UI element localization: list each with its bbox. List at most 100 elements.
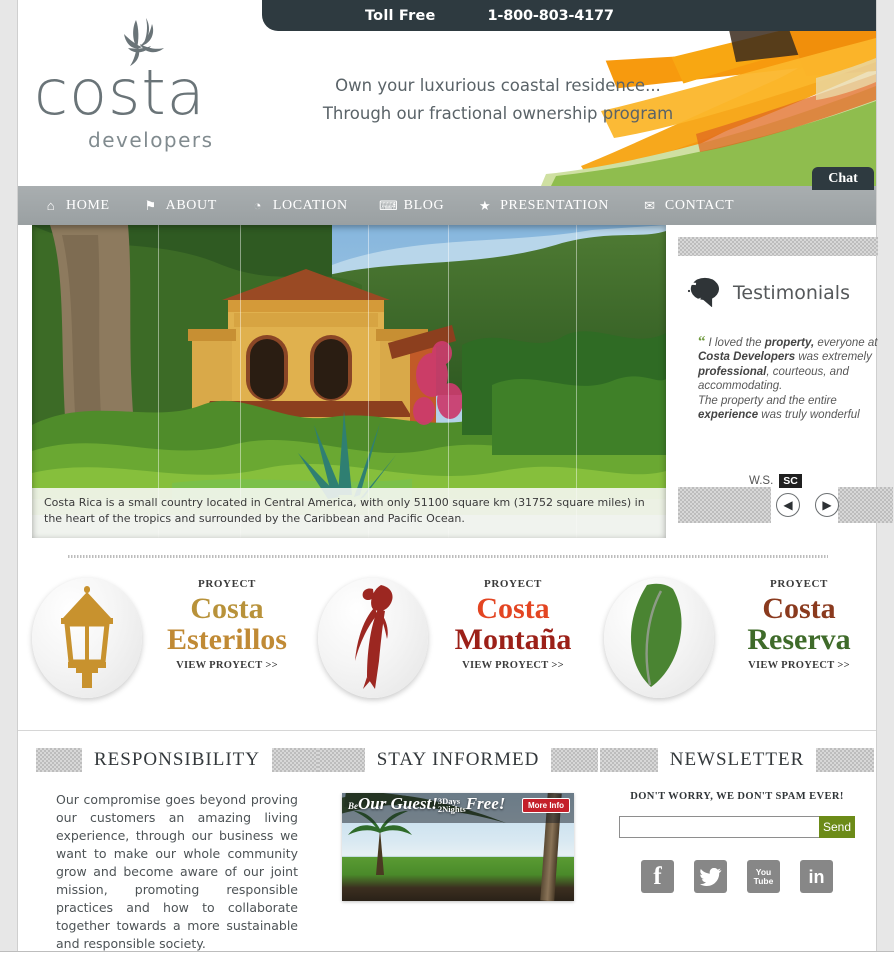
site-logo[interactable]: costa developers [34, 18, 284, 168]
projects-row: PROYECT Costa Esterillos VIEW PROYECT >> PR… [18, 570, 876, 730]
section-divider [68, 555, 828, 559]
stay-informed-column: STAY INFORMED BeOur Guest!3Days 2NightsF… [318, 731, 598, 954]
testimonials-header: Testimonials [680, 275, 850, 311]
newsletter-title: NEWSLETTER [669, 749, 805, 770]
quote-mark: “ [698, 334, 706, 350]
testimonial-next-button[interactable]: ▶ [815, 493, 839, 517]
quote-run: property, [764, 337, 815, 349]
facebook-icon[interactable]: f [641, 860, 674, 893]
project-text: PROYECT Costa Reserva VIEW PROYECT >> [724, 578, 874, 671]
project-card[interactable]: PROYECT Costa Esterillos VIEW PROYECT >> [18, 570, 304, 730]
nav-item-about[interactable]: ⚑ ABOUT [144, 198, 217, 214]
testimonials-sidebar: Testimonials “I loved the property, ever… [678, 225, 893, 538]
quote-run: experience [698, 409, 759, 422]
bookmark-icon: ⚑ [144, 198, 157, 213]
stay-informed-header: STAY INFORMED [318, 743, 598, 777]
envelope-icon: ✉ [644, 198, 656, 213]
hero-caption: Costa Rica is a small country located in… [32, 488, 666, 538]
project-kicker: PROYECT [484, 578, 542, 590]
testimonial-author: W.S. SC [749, 474, 802, 488]
home-icon: ⌂ [46, 198, 56, 213]
nav-item-label: LOCATION [272, 197, 348, 213]
sidebar-placeholder-top [678, 237, 878, 256]
promo-banner[interactable]: BeOur Guest!3Days 2NightsFree! More Info [342, 793, 574, 901]
newsletter-form: Send [598, 816, 876, 838]
leaf-icon [617, 581, 701, 695]
header-tagline: Own your luxurious coastal residence... … [318, 72, 678, 128]
quote-run: professional [698, 365, 767, 378]
linkedin-icon[interactable]: in [800, 860, 833, 893]
nav-item-label: PRESENTATION [500, 197, 609, 213]
responsibility-text: Our compromise goes beyond proving our c… [56, 792, 298, 951]
testimonial-quote: “I loved the property, everyone at Costa… [698, 335, 878, 422]
testimonial-author-name: W.S. [749, 475, 774, 487]
project-name-line2: Montaña [454, 623, 572, 656]
quote-run: everyone at [814, 337, 878, 349]
project-name-line1: Costa [476, 592, 550, 625]
project-kicker: PROYECT [770, 578, 828, 590]
header-dash-left [599, 748, 658, 772]
testimonial-prev-button[interactable]: ◀ [776, 493, 800, 517]
project-view-link[interactable]: VIEW PROYECT >> [438, 660, 588, 671]
page-root: costa developers Own your luxurious coas… [0, 0, 894, 954]
nav-item-blog[interactable]: ⌨ BLOG [378, 198, 445, 214]
toll-free-phone[interactable]: 1-800-803-4177 [488, 8, 614, 24]
project-icon-circle [318, 578, 428, 698]
tagline-line-1: Own your luxurious coastal residence... [335, 76, 661, 95]
main-navigation[interactable]: ⌂ HOME ⚑ ABOUT ◔ LOCATION ⌨ BLOG ★ PRESENTATION ✉ C… [18, 186, 876, 225]
banner-text-nights: 3Days 2Nights [437, 796, 466, 815]
left-gutter [0, 0, 18, 954]
chat-button[interactable]: Chat [812, 167, 874, 190]
newsletter-note: DON'T WORRY, WE DON'T SPAM EVER! [630, 791, 844, 802]
lamp-post-icon [48, 584, 126, 692]
logo-wordmark: costa [34, 56, 206, 129]
nav-item-location[interactable]: ◔ LOCATION [251, 198, 348, 214]
quote-run: was truly wonderful [758, 409, 860, 422]
testimonial-author-tag: SC [779, 474, 802, 488]
project-card[interactable]: PROYECT Costa Montaña VIEW PROYECT >> [304, 570, 590, 730]
header-dash-right [272, 748, 318, 772]
project-icon-circle [604, 578, 714, 698]
more-info-button[interactable]: More Info [522, 798, 570, 813]
project-card[interactable]: PROYECT Costa Reserva VIEW PROYECT >> [590, 570, 876, 730]
project-text: PROYECT Costa Esterillos VIEW PROYECT >> [152, 578, 302, 671]
twitter-icon[interactable] [694, 860, 727, 893]
header-dash-left [318, 748, 365, 772]
nav-item-label: CONTACT [664, 197, 735, 213]
project-icon-circle [32, 578, 142, 698]
hero-slideshow[interactable]: Costa Rica is a small country located in… [32, 225, 666, 538]
header-dash-right [816, 748, 875, 772]
newsletter-send-button[interactable]: Send [819, 816, 855, 838]
nav-item-home[interactable]: ⌂ HOME [44, 198, 110, 214]
header-dash-left [36, 748, 82, 772]
social-links: f You Tube in [598, 860, 876, 893]
right-gutter [876, 0, 894, 954]
project-view-link[interactable]: VIEW PROYECT >> [152, 660, 302, 671]
project-name-line2: Esterillos [167, 623, 287, 656]
newsletter-column: NEWSLETTER DON'T WORRY, WE DON'T SPAM EV… [598, 731, 876, 954]
tagline-line-2: Through our fractional ownership program [322, 104, 674, 123]
parrot-icon [337, 581, 409, 695]
logo-subtitle: developers [88, 128, 214, 152]
project-name-line1: Costa [190, 592, 264, 625]
toll-free-label: Toll Free [365, 7, 436, 24]
nav-item-label: HOME [66, 197, 110, 213]
testimonials-title: Testimonials [733, 282, 850, 304]
comment-icon: ⌨ [378, 198, 399, 213]
youtube-icon[interactable]: You Tube [747, 860, 780, 893]
nav-item-presentation[interactable]: ★ PRESENTATION [478, 198, 609, 214]
quote-run: The property and the entire [698, 394, 837, 407]
quote-run: Costa Developers [698, 351, 796, 364]
responsibility-header: RESPONSIBILITY [36, 743, 318, 777]
stay-informed-title: STAY INFORMED [376, 749, 540, 770]
sidebar-placeholder-left [678, 487, 771, 523]
speech-bubble-icon [680, 275, 724, 311]
banner-headline: BeOur Guest!3Days 2NightsFree! [348, 794, 505, 814]
responsibility-column: RESPONSIBILITY Our compromise goes beyon… [18, 731, 318, 954]
project-text: PROYECT Costa Montaña VIEW PROYECT >> [438, 578, 588, 671]
project-view-link[interactable]: VIEW PROYECT >> [724, 660, 874, 671]
banner-text-free: Free! [465, 794, 506, 813]
newsletter-email-input[interactable] [619, 816, 819, 838]
globe-icon: ◔ [253, 198, 263, 213]
nav-item-contact[interactable]: ✉ CONTACT [643, 198, 734, 214]
